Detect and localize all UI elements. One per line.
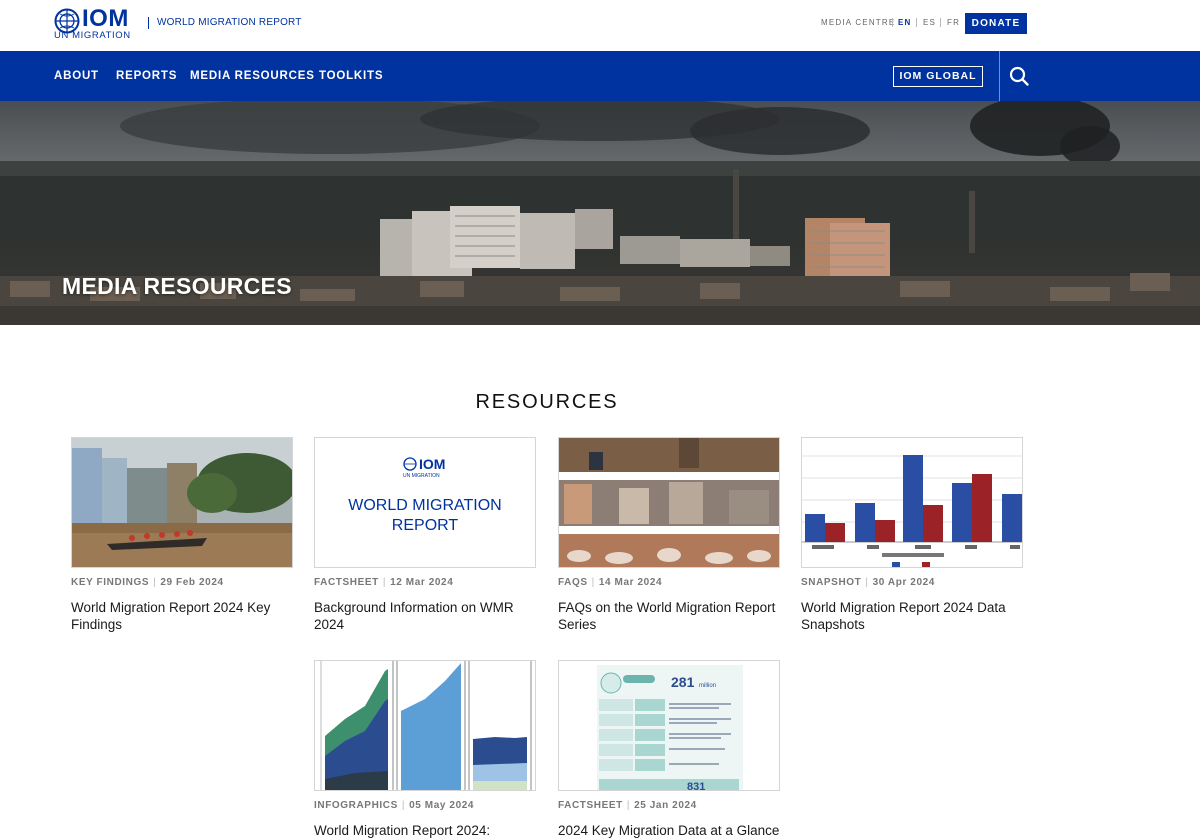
language-es-link[interactable]: ES <box>923 18 936 28</box>
nav-item-about[interactable]: ABOUT <box>54 70 99 83</box>
hero-banner: MEDIA RESOURCES <box>0 101 1200 325</box>
thumb-title-line-2: REPORT <box>392 517 459 534</box>
thumb-bottom-number: 831 <box>687 781 705 790</box>
logo-text: IOM <box>82 5 129 32</box>
bar-chart-snapshot-image <box>802 438 1022 567</box>
logo-subtext: UN MIGRATION <box>54 30 131 41</box>
util-divider <box>892 18 893 27</box>
card-date: 29 Feb 2024 <box>160 577 224 588</box>
main-nav: ABOUT REPORTS MEDIA RESOURCES TOOLKITS I… <box>0 51 1200 101</box>
card-date: 12 Mar 2024 <box>390 577 454 588</box>
faqs-collage-image <box>559 438 779 567</box>
thumb-big-unit: million <box>699 683 716 689</box>
card-category: FACTSHEET <box>314 577 379 588</box>
card-category: KEY FINDINGS <box>71 577 150 588</box>
card-meta: INFOGRAPHICS | 05 May 2024 <box>314 800 544 812</box>
thumb-logo-text: IOM <box>419 456 445 472</box>
meta-divider: | <box>153 577 157 588</box>
iom-global-button[interactable]: IOM GLOBAL <box>893 66 983 87</box>
card-date: 05 May 2024 <box>409 800 475 811</box>
card-thumbnail[interactable] <box>801 437 1023 568</box>
language-fr-link[interactable]: FR <box>947 18 960 28</box>
card-date: 14 Mar 2024 <box>598 577 663 588</box>
meta-divider: | <box>401 800 406 811</box>
card-meta: FACTSHEET | 12 Mar 2024 <box>314 577 544 589</box>
card-thumbnail[interactable] <box>71 437 293 568</box>
meta-divider: | <box>865 577 869 588</box>
meta-divider: | <box>382 577 387 588</box>
card-category: SNAPSHOT <box>801 577 862 588</box>
nav-item-reports[interactable]: REPORTS <box>116 70 177 83</box>
card-title-link[interactable]: World Migration Report 2024 Data Snapsho… <box>801 599 1031 633</box>
area-charts-infographic-image <box>315 661 535 790</box>
wmr-cover-image: IOM UN MIGRATION WORLD MIGRATION REPORT <box>315 438 535 567</box>
card-title-link[interactable]: World Migration Report 2024 Key Findings <box>71 599 301 633</box>
donate-button[interactable]: DONATE <box>965 13 1027 34</box>
card-title-link[interactable]: FAQs on the World Migration Report Serie… <box>558 599 788 633</box>
card-thumbnail[interactable]: 281 million 831 <box>558 660 780 791</box>
card-title-link[interactable]: World Migration Report 2024: <box>314 822 544 839</box>
card-category: INFOGRAPHICS <box>314 800 398 811</box>
thumb-logo-subtext: UN MIGRATION <box>403 473 440 479</box>
search-icon[interactable] <box>1008 65 1030 87</box>
language-en-link[interactable]: EN <box>898 18 912 28</box>
nav-item-media-resources[interactable]: MEDIA RESOURCES <box>190 70 315 83</box>
resources-heading: RESOURCES <box>475 391 619 413</box>
flooded-street-boat-image <box>72 438 292 567</box>
meta-divider: | <box>591 577 595 588</box>
card-meta: KEY FINDINGS | 29 Feb 2024 <box>71 577 301 589</box>
card-meta: FAQS | 14 Mar 2024 <box>558 577 788 589</box>
card-meta: SNAPSHOT | 30 Apr 2024 <box>801 577 1031 589</box>
logo-divider <box>148 17 149 29</box>
thumb-big-number: 281 <box>671 674 695 690</box>
nav-item-toolkits[interactable]: TOOLKITS <box>319 70 383 83</box>
util-divider <box>916 18 917 27</box>
site-name-link[interactable]: WORLD MIGRATION REPORT <box>157 17 302 29</box>
card-thumbnail[interactable] <box>314 660 536 791</box>
card-date: 25 Jan 2024 <box>634 800 697 811</box>
card-title-link[interactable]: Background Information on WMR 2024 <box>314 599 544 633</box>
card-thumbnail[interactable]: IOM UN MIGRATION WORLD MIGRATION REPORT <box>314 437 536 568</box>
nav-divider <box>999 51 1000 101</box>
media-centre-link[interactable]: MEDIA CENTRE <box>821 18 895 28</box>
meta-divider: | <box>626 800 631 811</box>
card-category: FACTSHEET <box>558 800 623 811</box>
card-title-link[interactable]: 2024 Key Migration Data at a Glance <box>558 822 788 839</box>
card-thumbnail[interactable] <box>558 437 780 568</box>
card-date: 30 Apr 2024 <box>872 577 935 588</box>
top-bar: IOM UN MIGRATION WORLD MIGRATION REPORT … <box>0 0 1200 51</box>
iom-logo[interactable]: IOM UN MIGRATION <box>54 5 140 41</box>
util-divider <box>940 18 941 27</box>
thumb-title-line-1: WORLD MIGRATION <box>348 497 501 514</box>
hero-title: MEDIA RESOURCES <box>62 273 292 299</box>
card-category: FAQS <box>558 577 588 588</box>
card-meta: FACTSHEET | 25 Jan 2024 <box>558 800 788 812</box>
key-data-table-image: 281 million 831 <box>559 661 779 790</box>
